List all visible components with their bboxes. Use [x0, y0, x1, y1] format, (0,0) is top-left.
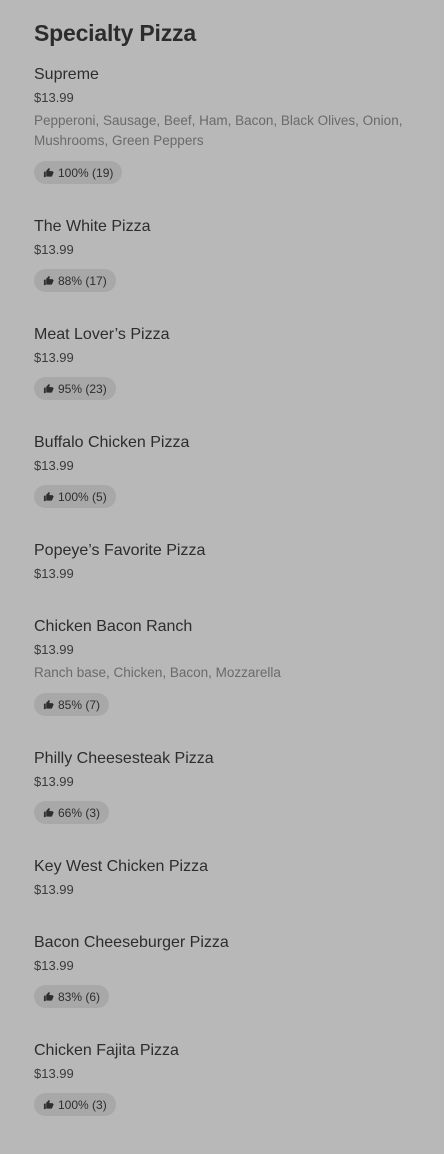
thumbs-up-icon: [43, 699, 54, 710]
rating-badge: 95% (23): [34, 377, 116, 400]
rating-text: 100% (19): [58, 165, 114, 180]
item-name: Supreme: [34, 66, 99, 83]
menu-item-buffalo-chicken-pizza[interactable]: Buffalo Chicken Pizza $13.99 100% (5): [34, 433, 422, 513]
rating-text: 66% (3): [58, 805, 101, 820]
item-name: Chicken Bacon Ranch: [34, 618, 193, 635]
item-name: Key West Chicken Pizza: [34, 858, 208, 875]
rating-badge: 100% (19): [34, 161, 123, 184]
menu-item-the-white-pizza[interactable]: The White Pizza $13.99 88% (17): [34, 217, 422, 297]
rating-text: 100% (5): [58, 489, 107, 504]
item-price: $13.99: [34, 642, 74, 657]
item-name: Popeye’s Favorite Pizza: [34, 542, 206, 559]
menu-page: Specialty Pizza Supreme $13.99 Pepperoni…: [0, 0, 444, 1154]
item-name: Philly Cheesesteak Pizza: [34, 750, 214, 767]
rating-badge: 66% (3): [34, 801, 110, 824]
menu-item-meat-lovers-pizza[interactable]: Meat Lover’s Pizza $13.99 95% (23): [34, 325, 422, 405]
menu-item-philly-cheesesteak-pizza[interactable]: Philly Cheesesteak Pizza $13.99 66% (3): [34, 749, 422, 829]
item-price: $13.99: [34, 958, 74, 973]
menu-item-chicken-bacon-ranch[interactable]: Chicken Bacon Ranch $13.99 Ranch base, C…: [34, 617, 422, 717]
rating-text: 95% (23): [58, 381, 107, 396]
menu-item-bacon-cheeseburger-pizza[interactable]: Bacon Cheeseburger Pizza $13.99 83% (6): [34, 933, 422, 1013]
item-name: Meat Lover’s Pizza: [34, 326, 170, 343]
thumbs-up-icon: [43, 383, 54, 394]
section-title: Specialty Pizza: [34, 20, 196, 46]
rating-text: 88% (17): [58, 273, 107, 288]
thumbs-up-icon: [43, 991, 54, 1002]
item-name: Chicken Fajita Pizza: [34, 1042, 179, 1059]
item-price: $13.99: [34, 458, 74, 473]
rating-text: 85% (7): [58, 697, 101, 712]
item-price: $13.99: [34, 882, 74, 897]
item-name: Bacon Cheeseburger Pizza: [34, 934, 229, 951]
rating-badge: 100% (3): [34, 1093, 116, 1116]
rating-text: 83% (6): [58, 989, 101, 1004]
rating-text: 100% (3): [58, 1097, 107, 1112]
item-description: Pepperoni, Sausage, Beef, Ham, Bacon, Bl…: [34, 113, 403, 148]
menu-item-popeyes-favorite-pizza[interactable]: Popeye’s Favorite Pizza $13.99: [34, 541, 422, 589]
menu-item-key-west-chicken-pizza[interactable]: Key West Chicken Pizza $13.99: [34, 857, 422, 905]
item-price: $13.99: [34, 242, 74, 257]
thumbs-up-icon: [43, 1099, 54, 1110]
item-price: $13.99: [34, 350, 74, 365]
menu-item-supreme[interactable]: Supreme $13.99 Pepperoni, Sausage, Beef,…: [34, 65, 422, 185]
thumbs-up-icon: [43, 491, 54, 502]
item-price: $13.99: [34, 1066, 74, 1081]
rating-badge: 85% (7): [34, 693, 110, 716]
item-price: $13.99: [34, 566, 74, 581]
menu-item-chicken-fajita-pizza[interactable]: Chicken Fajita Pizza $13.99 100% (3): [34, 1041, 422, 1121]
item-name: Buffalo Chicken Pizza: [34, 434, 190, 451]
thumbs-up-icon: [43, 167, 54, 178]
rating-badge: 83% (6): [34, 985, 110, 1008]
item-description: Ranch base, Chicken, Bacon, Mozzarella: [34, 665, 281, 680]
item-price: $13.99: [34, 774, 74, 789]
item-name: The White Pizza: [34, 218, 151, 235]
item-price: $13.99: [34, 90, 74, 105]
thumbs-up-icon: [43, 275, 54, 286]
rating-badge: 88% (17): [34, 269, 116, 292]
thumbs-up-icon: [43, 807, 54, 818]
rating-badge: 100% (5): [34, 485, 116, 508]
